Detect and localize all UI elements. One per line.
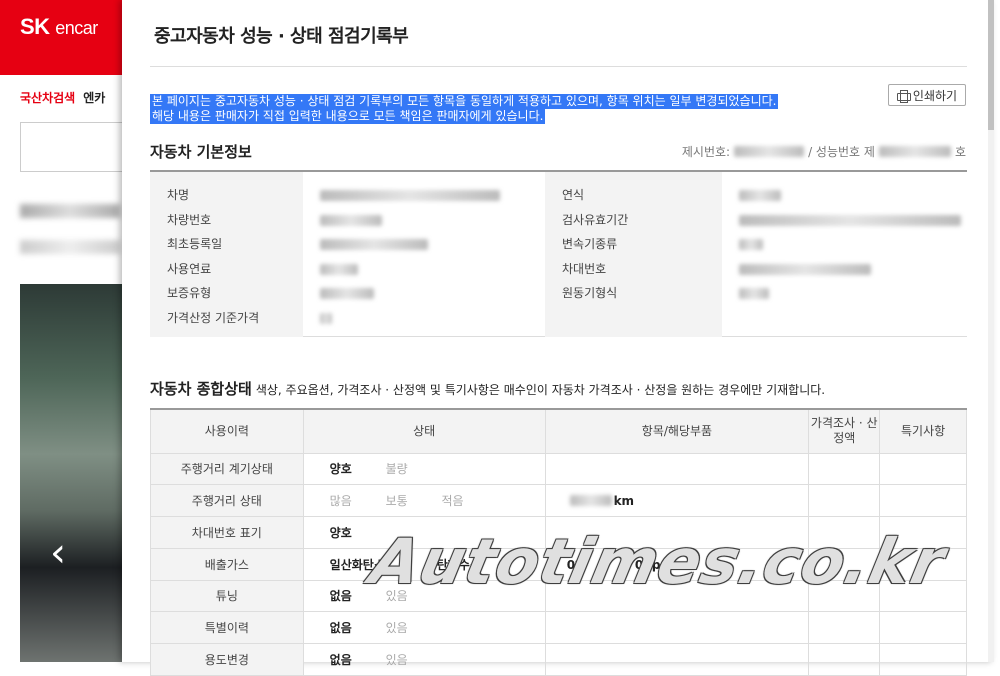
status-option: 있음	[385, 621, 408, 636]
redacted-value	[320, 190, 500, 201]
status-option: 많음	[329, 494, 352, 509]
overall-status-title: 자동차 종합상태	[150, 380, 252, 398]
label-warranty: 보증유형	[167, 286, 212, 300]
redacted-value	[734, 146, 805, 157]
redacted-value	[878, 146, 951, 157]
status-option: 없음	[329, 621, 352, 636]
label-engine-type: 원동기형식	[562, 286, 618, 300]
background-site: SK encar 국산차검색 엔카 ‹	[0, 0, 122, 662]
status-option: 없음	[329, 589, 352, 604]
header-status: 상태	[302, 408, 546, 454]
label-vin: 차대번호	[562, 261, 607, 276]
scrollbar[interactable]	[988, 0, 994, 662]
basic-info-values-left	[303, 172, 545, 337]
status-option: 양호	[329, 462, 352, 477]
redacted-value	[739, 190, 781, 201]
modal-title: 중고자동차 성능 · 상태 점검기록부	[154, 26, 409, 47]
blurred-text	[20, 204, 120, 218]
header-remarks: 특기사항	[879, 408, 967, 454]
redacted-value	[320, 263, 358, 275]
overall-status-heading: 자동차 종합상태 색상, 주요옵션, 가격조사 · 산정액 및 특기사항은 매수인…	[150, 378, 825, 399]
redacted-value	[739, 214, 961, 226]
mileage-value: km	[546, 485, 809, 516]
divider	[150, 66, 967, 67]
basic-info-values-right	[722, 172, 967, 337]
status-option: 양호	[329, 526, 352, 541]
status-option: 있음	[385, 652, 408, 667]
redacted-value	[739, 263, 871, 275]
table-row: 주행거리 계기상태 양호 불량	[150, 452, 967, 486]
basic-info-labels-left: 차명 차량번호 최초등록일 사용연료 보증유형 가격산정 기준가격	[150, 172, 303, 337]
status-option: 없음	[329, 652, 352, 667]
label-plate-number: 차량번호	[167, 212, 212, 227]
label-base-price: 가격산정 기준가격	[167, 310, 260, 325]
car-photo	[20, 284, 122, 662]
basic-info-title: 자동차 기본정보	[150, 143, 252, 161]
label-car-name: 차명	[167, 188, 190, 202]
redacted-value	[320, 288, 374, 299]
status-option: 불량	[385, 462, 408, 477]
redacted-value	[320, 239, 428, 250]
basic-info-table: 차명 차량번호 최초등록일 사용연료 보증유형 가격산정 기준가격 연식 검사유…	[150, 170, 967, 337]
watermark: Autotimes.co.kr	[364, 525, 952, 598]
redacted-value	[320, 312, 332, 324]
notice-text: 본 페이지는 중고자동차 성능 · 상태 점검 기록부의 모든 항목을 동일하게…	[150, 94, 779, 124]
scrollbar-thumb[interactable]	[988, 0, 994, 130]
header-usage-history: 사용이력	[150, 408, 304, 454]
label-first-registration: 최초등록일	[167, 237, 223, 251]
header-item-part: 항목/해당부품	[544, 408, 810, 454]
redacted-value	[320, 214, 382, 226]
label-fuel: 사용연료	[167, 261, 212, 276]
table-row: 주행거리 상태 많음 보통 적음 km	[150, 484, 967, 518]
overall-status-subtitle: 색상, 주요옵션, 가격조사 · 산정액 및 특기사항은 매수인이 자동차 가격…	[255, 383, 826, 397]
redacted-value	[739, 239, 763, 250]
label-transmission: 변속기종류	[562, 237, 618, 251]
table-header-row: 사용이력 상태 항목/해당부품 가격조사 · 산정액 특기사항	[150, 408, 967, 454]
logo-bar: SK encar	[0, 0, 122, 75]
header-price-estimate: 가격조사 · 산정액	[808, 408, 881, 454]
basic-info-labels-right: 연식 검사유효기간 변속기종류 차대번호 원동기형식	[545, 172, 722, 337]
status-option: 적음	[441, 494, 464, 509]
background-search-box[interactable]	[20, 122, 122, 172]
table-row: 특별이력 없음 있음	[150, 611, 967, 644]
background-nav: 국산차검색 엔카	[0, 75, 122, 106]
notice-line-2: 해당 내용은 판매자가 직접 입력한 내용으로 모든 책임은 판매자에게 있습니…	[150, 109, 546, 124]
table-row: 용도변경 없음 있음	[150, 642, 967, 676]
redacted-value	[739, 288, 769, 299]
encar-logo[interactable]: SK encar	[20, 14, 122, 40]
nav-encar[interactable]: 엔카	[83, 89, 105, 106]
redacted-value	[569, 495, 612, 507]
notice-line-1: 본 페이지는 중고자동차 성능 · 상태 점검 기록부의 모든 항목을 동일하게…	[150, 94, 779, 109]
record-numbers: 제시번호: / 성능번호 제 호	[681, 145, 966, 159]
print-button[interactable]: 인쇄하기	[888, 84, 966, 106]
blurred-text	[20, 240, 120, 254]
label-inspection-validity: 검사유효기간	[562, 212, 629, 227]
status-option: 보통	[385, 494, 408, 509]
nav-domestic-search[interactable]: 국산차검색	[20, 89, 75, 106]
label-model-year: 연식	[562, 188, 585, 202]
chevron-left-icon[interactable]: ‹	[50, 530, 66, 576]
printer-icon	[896, 89, 911, 103]
